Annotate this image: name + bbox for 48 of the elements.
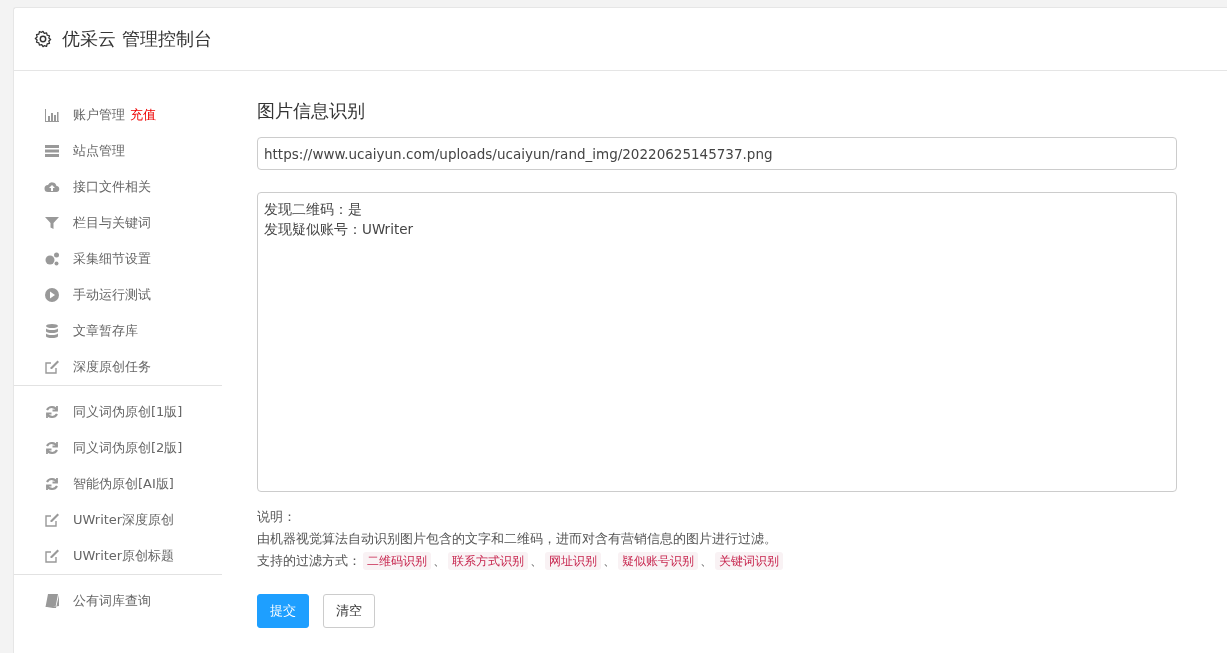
sidebar-item[interactable]: 文章暂存库 xyxy=(73,322,138,340)
separator: 、 xyxy=(433,552,446,570)
sidebar-item[interactable]: UWriter深度原创 xyxy=(73,511,175,529)
filter-icon xyxy=(44,215,60,231)
sidebar-item[interactable]: UWriter原创标题 xyxy=(73,547,175,565)
sidebar-item[interactable]: 账户管理 xyxy=(73,106,125,124)
url-input-field[interactable]: https://www.ucaiyun.com/uploads/ucaiyun/rand_img/20220625145737.png xyxy=(257,137,1177,170)
sidebar-item[interactable]: 站点管理 xyxy=(73,142,125,160)
recharge-link[interactable]: 充值 xyxy=(130,106,156,124)
separator: 、 xyxy=(700,552,713,570)
bar-chart-icon xyxy=(44,107,60,123)
methods-label: 支持的过滤方式： xyxy=(257,552,361,570)
method-tag: 联系方式识别 xyxy=(448,552,528,570)
play-circle-icon xyxy=(44,287,60,303)
sidebar-item[interactable]: 深度原创任务 xyxy=(73,358,151,376)
clear-button[interactable]: 清空 xyxy=(323,594,375,628)
settings-icon xyxy=(34,30,52,48)
refresh-icon xyxy=(44,476,60,492)
sidebar-item[interactable]: 接口文件相关 xyxy=(73,178,151,196)
method-tag: 疑似账号识别 xyxy=(618,552,698,570)
book-icon xyxy=(44,593,60,609)
notes-heading: 说明： xyxy=(257,508,297,526)
cloud-upload-icon xyxy=(44,179,60,195)
edit-icon xyxy=(44,359,60,375)
method-tag: 网址识别 xyxy=(545,552,601,570)
database-icon xyxy=(44,323,60,339)
separator: 、 xyxy=(530,552,543,570)
refresh-icon xyxy=(44,440,60,456)
sidebar-item[interactable]: 手动运行测试 xyxy=(73,286,151,304)
separator: 、 xyxy=(603,552,616,570)
sidebar-item[interactable]: 公有词库查询 xyxy=(73,592,151,610)
sidebar-item[interactable]: 栏目与关键词 xyxy=(73,214,151,232)
server-icon xyxy=(44,143,60,159)
result-text-area[interactable]: 发现二维码：是 发现疑似账号：UWriter xyxy=(257,192,1177,492)
sidebar-item[interactable]: 同义词伪原创[1版] xyxy=(73,403,183,421)
notes-description: 由机器视觉算法自动识别图片包含的文字和二维码，进而对含有营销信息的图片进行过滤。 xyxy=(257,530,778,548)
sidebar-item[interactable]: 同义词伪原创[2版] xyxy=(73,439,183,457)
method-tag: 二维码识别 xyxy=(363,552,431,570)
sidebar-item[interactable]: 采集细节设置 xyxy=(73,250,151,268)
result-line: 发现二维码：是 xyxy=(264,200,363,219)
result-line: 发现疑似账号：UWriter xyxy=(264,220,415,239)
sidebar-item[interactable]: 智能伪原创[AI版] xyxy=(73,475,174,493)
edit-icon xyxy=(44,512,60,528)
refresh-icon xyxy=(44,404,60,420)
method-tag: 关键词识别 xyxy=(715,552,783,570)
console-title: 优采云 管理控制台 xyxy=(62,27,212,51)
edit-icon xyxy=(44,548,60,564)
section-title: 图片信息识别 xyxy=(257,99,366,123)
